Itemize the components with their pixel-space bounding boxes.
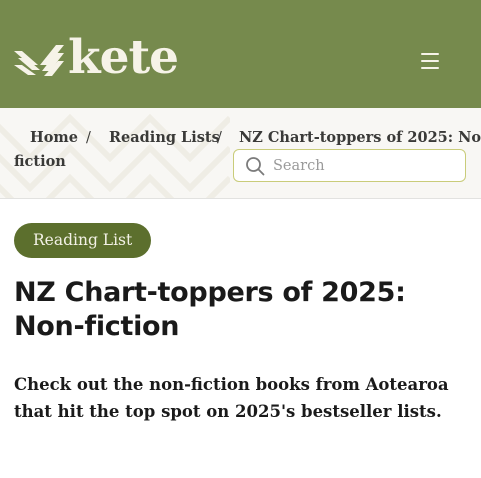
page-intro: Check out the non-fiction books from Aot… <box>14 375 449 421</box>
breadcrumb-reading-lists-link[interactable]: Reading Lists <box>109 126 220 150</box>
site-logo[interactable]: kete <box>14 30 179 85</box>
hamburger-menu-icon-bar <box>421 67 439 69</box>
logo-wordmark: kete <box>68 30 179 85</box>
site-header: kete <box>0 0 481 108</box>
breadcrumb-current-page-continued: fiction <box>14 153 66 170</box>
breadcrumb-separator: / <box>86 130 91 146</box>
reading-list-tag[interactable]: Reading List <box>14 223 152 258</box>
page-title: NZ Chart-toppers of 2025: Non-fiction <box>14 277 406 342</box>
breadcrumb-home-link[interactable]: Home <box>30 126 78 150</box>
hamburger-menu-icon <box>421 53 439 55</box>
menu-button[interactable] <box>412 44 448 78</box>
breadcrumb-current-page: NZ Chart-toppers of 2025: Non- <box>239 129 481 146</box>
search-icon[interactable] <box>245 156 265 176</box>
search-input[interactable] <box>273 157 453 174</box>
breadcrumb-separator: / <box>217 130 222 146</box>
search-box[interactable] <box>233 149 466 182</box>
woven-flax-logo-icon <box>14 45 64 76</box>
hamburger-menu-icon-bar <box>421 60 439 62</box>
